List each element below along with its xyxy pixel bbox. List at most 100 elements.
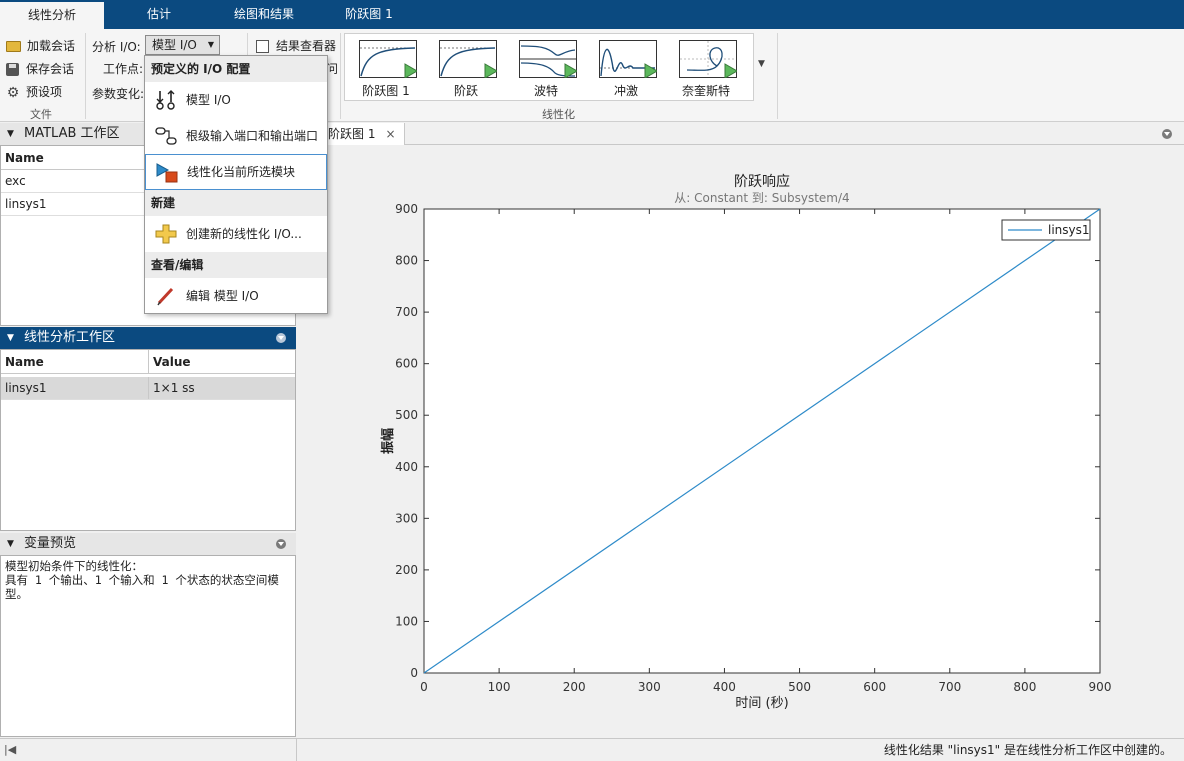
close-icon[interactable]: ×: [385, 127, 395, 141]
variable-preview-title: 变量预览: [24, 536, 77, 551]
x-tick-label: 300: [638, 680, 661, 694]
step-response-icon: [439, 40, 497, 78]
y-tick-label: 200: [395, 563, 418, 577]
x-axis-label: 时间 (秒): [735, 696, 788, 711]
tab-linear-analysis[interactable]: 线性分析: [0, 0, 104, 29]
menu-item-label: 根级输入端口和输出端口: [186, 129, 319, 143]
checkbox-icon: [256, 40, 269, 53]
preferences-button[interactable]: ⚙ 预设项: [6, 83, 62, 100]
preview-line: 模型初始条件下的线性化：: [5, 559, 143, 573]
linear-workspace-title: 线性分析工作区: [24, 330, 116, 345]
variable-name: linsys1: [5, 197, 47, 211]
result-viewer-label: 结果查看器: [276, 39, 337, 53]
new-header: 新建: [145, 190, 327, 216]
x-tick-label: 0: [420, 680, 428, 694]
gallery-item-nyquist[interactable]: 奈奎斯特: [667, 36, 745, 100]
x-tick-label: 200: [563, 680, 586, 694]
gallery-item-step-plot-1[interactable]: 阶跃图 1: [347, 36, 425, 100]
figure-menu-icon[interactable]: [1162, 129, 1172, 139]
preview-line: 型。: [5, 587, 28, 601]
x-tick-label: 400: [713, 680, 736, 694]
gallery-label: 阶跃图 1: [362, 84, 410, 98]
figure-tab-bar: 阶跃图 1 ×: [298, 123, 1184, 145]
save-session-label: 保存会话: [26, 62, 75, 76]
column-header-value[interactable]: Value: [153, 350, 191, 374]
column-separator[interactable]: [148, 350, 149, 373]
model-io-icon: [156, 90, 175, 110]
load-session-label: 加载会话: [27, 39, 76, 53]
param-variation-label: 参数变化:: [92, 87, 145, 101]
gallery-item-step[interactable]: 阶跃: [427, 36, 505, 100]
y-tick-label: 100: [395, 614, 418, 628]
chart-title: 阶跃响应: [734, 173, 790, 190]
analysis-io-dropdown[interactable]: 模型 I/O ▼: [145, 35, 220, 55]
table-header: Name Value: [1, 350, 295, 374]
table-row[interactable]: linsys1 1×1 ss: [1, 377, 295, 400]
matlab-workspace-title: MATLAB 工作区: [24, 126, 120, 141]
operating-point-label: 工作点:: [103, 62, 144, 76]
menu-item-label: 模型 I/O: [186, 93, 231, 107]
step-response-figure: 阶跃响应 从: Constant 到: Subsystem/4 0 100 200 3…: [298, 146, 1184, 738]
ribbon-divider: [777, 33, 778, 119]
status-message: 线性化结果 "linsys1" 是在线性分析工作区中创建的。: [883, 743, 1172, 757]
load-session-button[interactable]: 加载会话: [6, 37, 75, 54]
analysis-io-value: 模型 I/O: [152, 38, 197, 52]
step-response-chart: 阶跃响应 从: Constant 到: Subsystem/4 0 100 200 3…: [298, 146, 1184, 738]
panel-menu-icon[interactable]: [276, 333, 286, 343]
result-viewer-checkbox[interactable]: 结果查看器: [256, 37, 336, 54]
chart-legend[interactable]: linsys1: [1001, 219, 1091, 241]
x-tick-label: 700: [938, 680, 961, 694]
tab-step-plot-1[interactable]: 阶跃图 1: [314, 0, 424, 29]
status-divider: [296, 739, 297, 761]
linearize-block-icon: [156, 163, 178, 183]
menu-item-linearize-selected-block[interactable]: 线性化当前所选模块: [145, 154, 327, 190]
menu-item-label: 创建新的线性化 I/O...: [186, 227, 302, 241]
view-edit-header: 查看/编辑: [145, 252, 327, 278]
column-header-name[interactable]: Name: [5, 146, 44, 170]
file-section-label: 文件: [30, 108, 52, 121]
preferences-label: 预设项: [26, 85, 63, 99]
status-bar: |◀ 线性化结果 "linsys1" 是在线性分析工作区中创建的。: [0, 738, 1184, 761]
save-icon: [6, 63, 19, 76]
panel-menu-icon[interactable]: [276, 539, 286, 549]
menu-item-model-io[interactable]: 模型 I/O: [145, 82, 327, 118]
chevron-down-icon: ▼: [207, 40, 214, 49]
collapse-triangle-icon[interactable]: ▼: [7, 533, 14, 555]
x-tick-label: 500: [788, 680, 811, 694]
linear-workspace-header[interactable]: ▼ 线性分析工作区: [0, 327, 296, 349]
y-tick-label: 500: [395, 408, 418, 422]
folder-open-icon: [6, 41, 21, 52]
menu-item-edit-model-io[interactable]: 编辑 模型 I/O: [145, 278, 327, 314]
menu-item-root-ports[interactable]: 根级输入端口和输出端口: [145, 118, 327, 154]
impulse-response-icon: [599, 40, 657, 78]
gallery-item-bode[interactable]: 波特: [507, 36, 585, 100]
variable-preview-header[interactable]: ▼ 变量预览: [0, 533, 296, 555]
tab-estimation[interactable]: 估计: [104, 0, 214, 29]
ribbon-tab-bar: 线性分析 估计 绘图和结果 阶跃图 1: [0, 0, 1184, 29]
collapse-triangle-icon[interactable]: ▼: [7, 123, 14, 145]
predefined-io-header: 预定义的 I/O 配置: [145, 56, 327, 82]
tab-plots-results[interactable]: 绘图和结果: [214, 0, 314, 29]
variable-name: linsys1: [5, 381, 47, 395]
gallery-label: 波特: [533, 84, 558, 98]
nyquist-plot-icon: [679, 40, 737, 78]
collapse-left-icon[interactable]: |◀: [4, 739, 16, 761]
column-separator: [148, 377, 149, 399]
gallery-item-impulse[interactable]: 冲激: [587, 36, 665, 100]
gallery-label: 奈奎斯特: [681, 84, 730, 98]
menu-item-create-new-io[interactable]: 创建新的线性化 I/O...: [145, 216, 327, 252]
figure-tab-label: 阶跃图 1: [328, 127, 376, 141]
pencil-icon: [157, 287, 174, 306]
collapse-triangle-icon[interactable]: ▼: [7, 327, 14, 349]
step-response-icon: [359, 40, 417, 78]
x-tick-label: 800: [1013, 680, 1036, 694]
y-axis-label: 振幅: [380, 428, 396, 454]
analysis-io-label: 分析 I/O:: [92, 40, 141, 54]
variable-value: 1×1 ss: [153, 381, 195, 395]
analysis-io-menu: 预定义的 I/O 配置 模型 I/O 根级输入端口和输出端口 线性化当前所选模块…: [144, 55, 328, 314]
save-session-button[interactable]: 保存会话: [6, 60, 74, 77]
legend-label: linsys1: [1048, 223, 1090, 237]
x-tick-label: 600: [863, 680, 886, 694]
column-header-name[interactable]: Name: [5, 350, 44, 374]
gallery-expand-icon[interactable]: ▼: [758, 59, 765, 69]
